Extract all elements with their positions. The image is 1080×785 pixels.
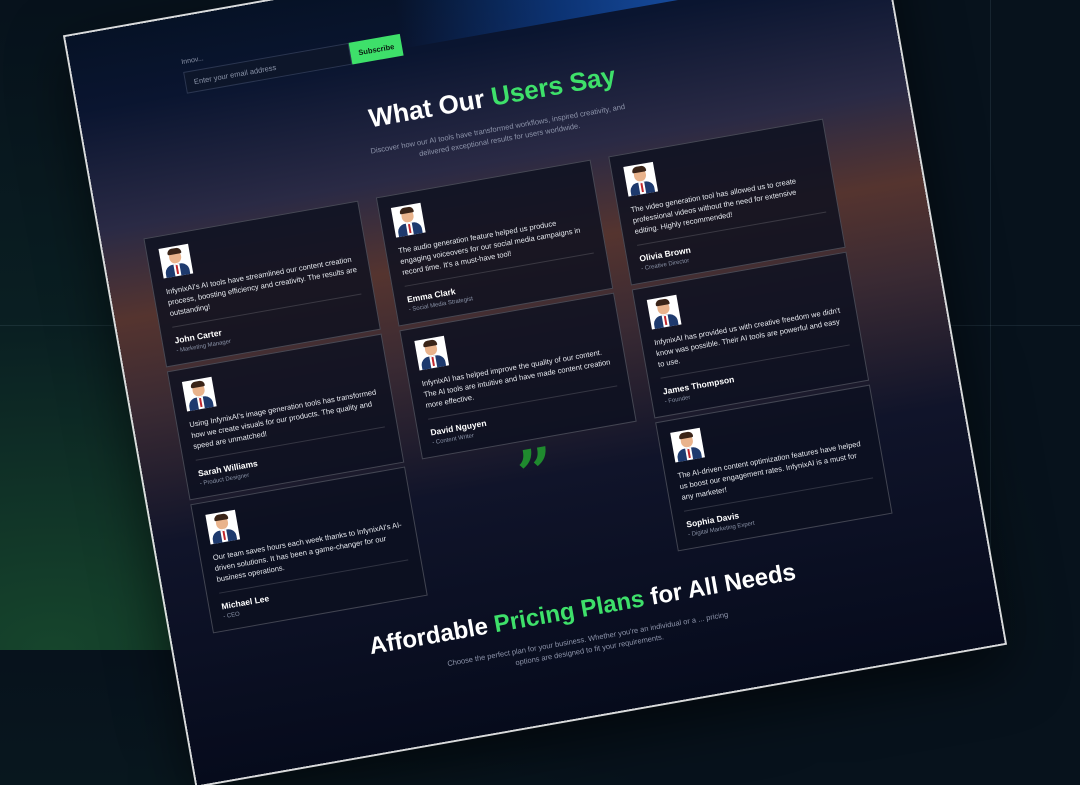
avatar: [646, 294, 682, 330]
subscribe-button[interactable]: Subscribe: [348, 33, 404, 65]
avatar: [623, 161, 659, 197]
testimonials-title-prefix: What Our: [366, 82, 494, 134]
avatar: [158, 243, 194, 279]
newsletter-form: Enter your email address Subscribe: [183, 33, 404, 94]
avatar: [181, 376, 217, 412]
page-preview: Innov... Enter your email address Subscr…: [65, 0, 1005, 785]
avatar: [205, 509, 241, 545]
avatar: [414, 335, 450, 371]
avatar: [670, 427, 705, 463]
newsletter-intro: Innov...: [180, 55, 205, 67]
background-line: [990, 0, 991, 650]
avatar: [390, 202, 426, 238]
quote-mark-icon: ”: [511, 433, 562, 514]
email-field[interactable]: Enter your email address: [183, 42, 353, 94]
testimonials-title-accent: Users Say: [488, 60, 618, 112]
pricing-title-suffix: for All Needs: [641, 558, 798, 612]
